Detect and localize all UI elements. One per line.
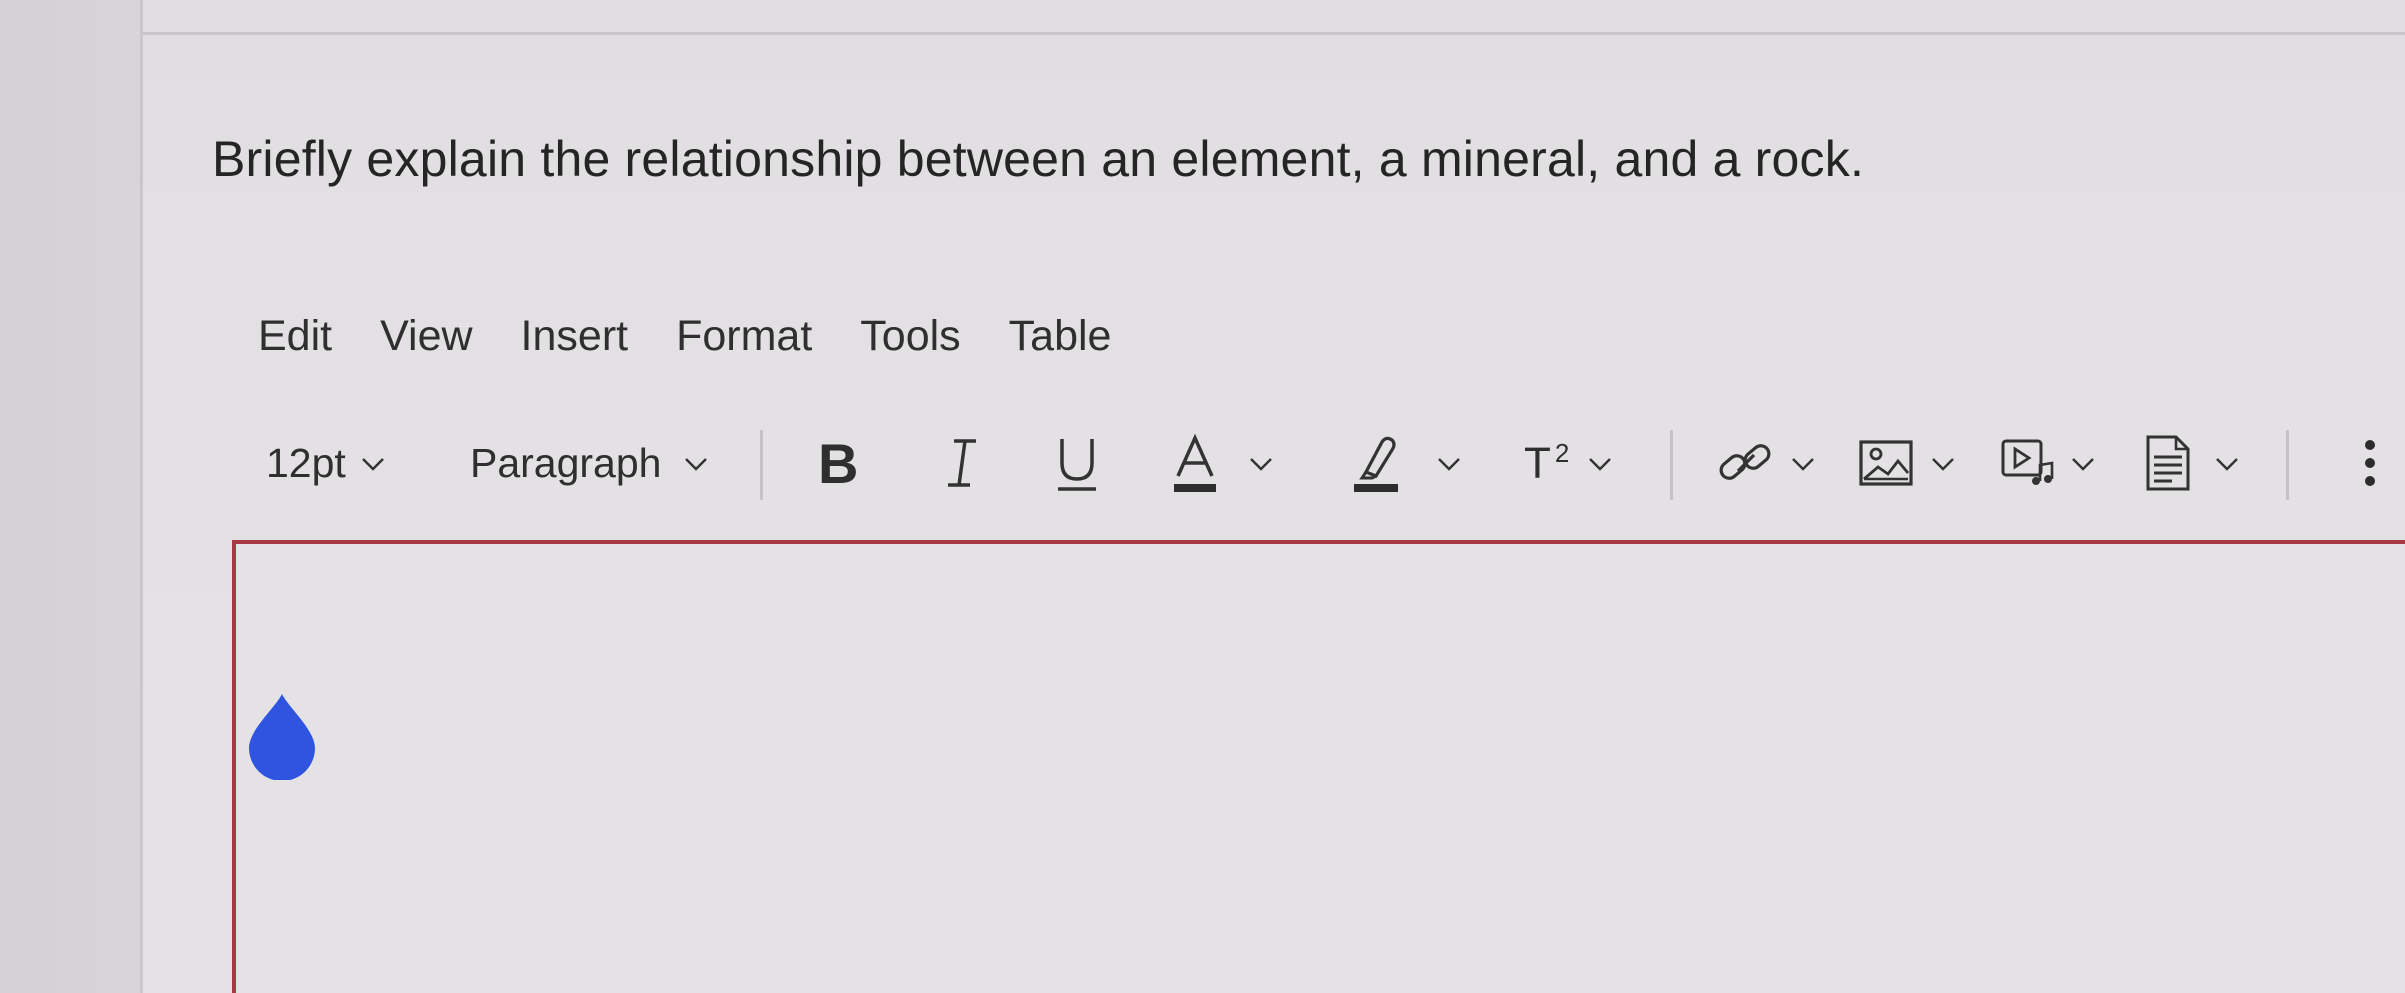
chevron-down-icon xyxy=(1250,458,1272,471)
image-dropdown[interactable] xyxy=(1858,428,1956,498)
toolbar-separator xyxy=(2286,430,2289,500)
highlight-color-dropdown[interactable] xyxy=(1352,428,1462,498)
italic-icon xyxy=(948,439,976,487)
rich-text-editor-area[interactable] xyxy=(232,540,2405,993)
menu-edit[interactable]: Edit xyxy=(258,312,332,361)
media-dropdown[interactable] xyxy=(2000,428,2096,498)
superscript-exponent: 2 xyxy=(1554,437,1570,468)
more-options-button[interactable] xyxy=(2362,428,2378,498)
block-format-dropdown[interactable]: Paragraph xyxy=(470,428,709,498)
toolbar-separator xyxy=(1670,430,1673,500)
menu-tools[interactable]: Tools xyxy=(860,312,960,361)
bold-icon: B xyxy=(818,431,859,495)
menu-table[interactable]: Table xyxy=(1009,312,1112,361)
font-size-dropdown[interactable]: 12pt xyxy=(266,428,386,498)
superscript-icon: T2 xyxy=(1524,438,1569,489)
superscript-base: T xyxy=(1524,438,1551,488)
chevron-down-icon xyxy=(685,458,708,471)
underline-button[interactable] xyxy=(1054,428,1100,498)
media-icon xyxy=(2001,439,2054,485)
menu-format[interactable]: Format xyxy=(676,312,812,361)
document-icon xyxy=(2146,435,2190,491)
chevron-down-icon xyxy=(1932,458,1954,471)
panel-divider xyxy=(143,32,2405,35)
chevron-down-icon xyxy=(2072,458,2094,471)
superscript-dropdown[interactable]: T2 xyxy=(1524,428,1613,498)
menu-insert[interactable]: Insert xyxy=(521,312,629,361)
underline-icon xyxy=(1058,439,1096,491)
chevron-down-icon xyxy=(361,458,384,471)
question-text: Briefly explain the relationship between… xyxy=(212,131,1865,187)
more-options-icon xyxy=(2365,440,2375,486)
italic-button[interactable] xyxy=(942,428,982,498)
document-dropdown[interactable] xyxy=(2144,428,2240,498)
font-size-value: 12pt xyxy=(266,439,346,486)
chevron-down-icon xyxy=(1792,458,1814,471)
link-dropdown[interactable] xyxy=(1716,428,1816,498)
image-icon xyxy=(1859,440,1913,486)
highlight-icon xyxy=(1354,436,1398,492)
chevron-down-icon xyxy=(1589,458,1612,471)
bold-button[interactable]: B xyxy=(818,428,858,498)
editor-menubar: Edit View Insert Format Tools Table xyxy=(258,312,1159,361)
block-format-value: Paragraph xyxy=(470,439,662,486)
chevron-down-icon xyxy=(1438,458,1460,471)
editor-toolbar: 12pt Paragraph B T 2 xyxy=(262,428,2405,500)
text-color-icon xyxy=(1174,433,1216,492)
text-cursor-handle-icon[interactable] xyxy=(245,690,319,780)
text-color-dropdown[interactable] xyxy=(1172,428,1274,498)
menu-view[interactable]: View xyxy=(380,312,472,361)
link-icon xyxy=(1719,444,1771,480)
toolbar-separator xyxy=(760,430,763,500)
chevron-down-icon xyxy=(2216,458,2238,471)
